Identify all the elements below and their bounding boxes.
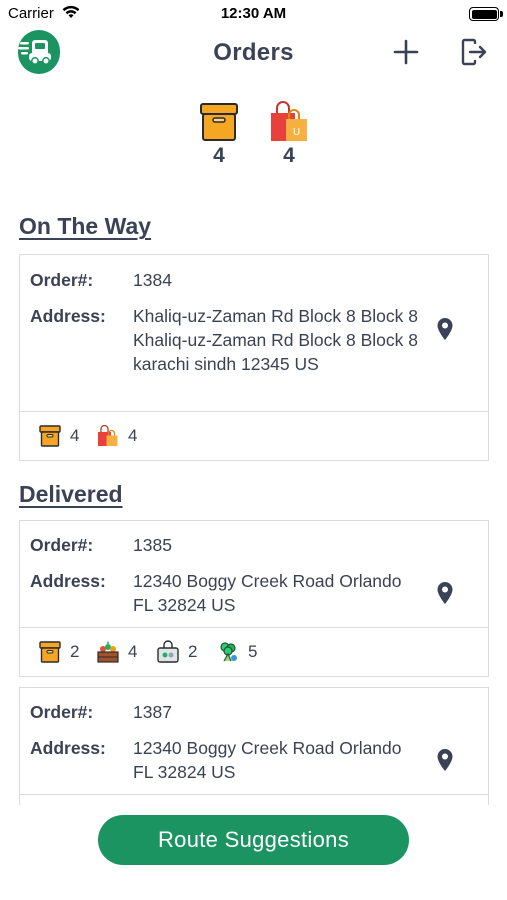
item-qty: 4	[70, 426, 80, 445]
boxes-summary: 4	[195, 100, 243, 168]
orders-list[interactable]: On The Way Order#: 1384 Address: Khaliq-…	[0, 200, 507, 805]
nav-bar: Orders	[0, 28, 507, 78]
broccoli-icon	[220, 642, 237, 662]
item-broccoli: 5	[216, 628, 257, 676]
address-row: Address: 12340 Boggy Creek Road Orlando …	[30, 569, 470, 617]
clock-time: 12:30 AM	[220, 5, 287, 22]
map-pin-icon[interactable]	[436, 748, 454, 772]
order-summary: 4 U 4	[0, 100, 507, 180]
section-title-on-the-way: On The Way	[19, 213, 152, 239]
order-number: 1384	[133, 270, 172, 290]
item-produce-crate: 4	[96, 628, 137, 676]
box-icon	[39, 425, 61, 447]
bags-summary: U 4	[265, 100, 313, 168]
address-row: Address: 12340 Boggy Creek Road Orlando …	[30, 736, 470, 784]
route-suggestions-button[interactable]: Route Suggestions	[98, 815, 409, 865]
item-qty: 5	[248, 642, 258, 661]
map-pin-icon[interactable]	[436, 317, 454, 341]
grocery-basket-icon	[157, 640, 179, 663]
item-qty: 2	[188, 642, 198, 661]
add-order-icon[interactable]	[390, 36, 422, 68]
order-number-label: Order#:	[30, 270, 94, 290]
bag-icon	[98, 424, 118, 446]
produce-crate-icon	[97, 641, 119, 663]
bags-count: 4	[283, 144, 295, 167]
item-qty: 4	[128, 426, 138, 445]
item-box: 2	[38, 628, 79, 676]
item-qty: 2	[70, 642, 80, 661]
page-title: Orders	[213, 39, 294, 66]
order-number-label: Order#:	[30, 535, 94, 555]
box-icon	[200, 103, 238, 141]
status-bar: Carrier 12:30 AM	[0, 0, 507, 28]
order-items-bar	[20, 794, 488, 805]
order-card[interactable]: Order#: 1387 Address: 12340 Boggy Creek …	[19, 687, 489, 805]
address-label: Address:	[30, 306, 106, 326]
order-card[interactable]: Order#: 1385 Address: 12340 Boggy Creek …	[19, 520, 489, 677]
address-text: 12340 Boggy Creek Road Orlando FL 32824 …	[133, 738, 402, 782]
address-row: Address: Khaliq-uz-Zaman Rd Block 8 Bloc…	[30, 304, 470, 400]
order-number-row: Order#: 1385	[30, 533, 470, 557]
address-label: Address:	[30, 571, 106, 591]
box-icon	[39, 641, 61, 663]
address-text: Khaliq-uz-Zaman Rd Block 8 Block 8 Khali…	[133, 306, 418, 374]
order-number: 1385	[133, 535, 172, 555]
order-items-bar: 2 4 2 5	[20, 627, 488, 676]
map-pin-icon[interactable]	[436, 581, 454, 605]
item-box: 4	[38, 412, 79, 460]
order-number-label: Order#:	[30, 702, 94, 722]
order-number-row: Order#: 1384	[30, 268, 470, 292]
item-grocery-basket: 2	[156, 628, 197, 676]
battery-icon	[469, 7, 503, 21]
section-title-delivered: Delivered	[19, 481, 123, 507]
order-items-bar: 4 4	[20, 411, 488, 460]
order-number-row: Order#: 1387	[30, 700, 470, 724]
order-card[interactable]: Order#: 1384 Address: Khaliq-uz-Zaman Rd…	[19, 254, 489, 461]
item-bag: 4	[96, 412, 137, 460]
logout-icon[interactable]	[458, 36, 490, 68]
bag-icon: U	[271, 101, 307, 141]
address-label: Address:	[30, 738, 106, 758]
order-number: 1387	[133, 702, 172, 722]
boxes-count: 4	[213, 144, 225, 167]
svg-text:U: U	[293, 127, 300, 138]
address-text: 12340 Boggy Creek Road Orlando FL 32824 …	[133, 571, 402, 615]
item-qty: 4	[128, 642, 138, 661]
